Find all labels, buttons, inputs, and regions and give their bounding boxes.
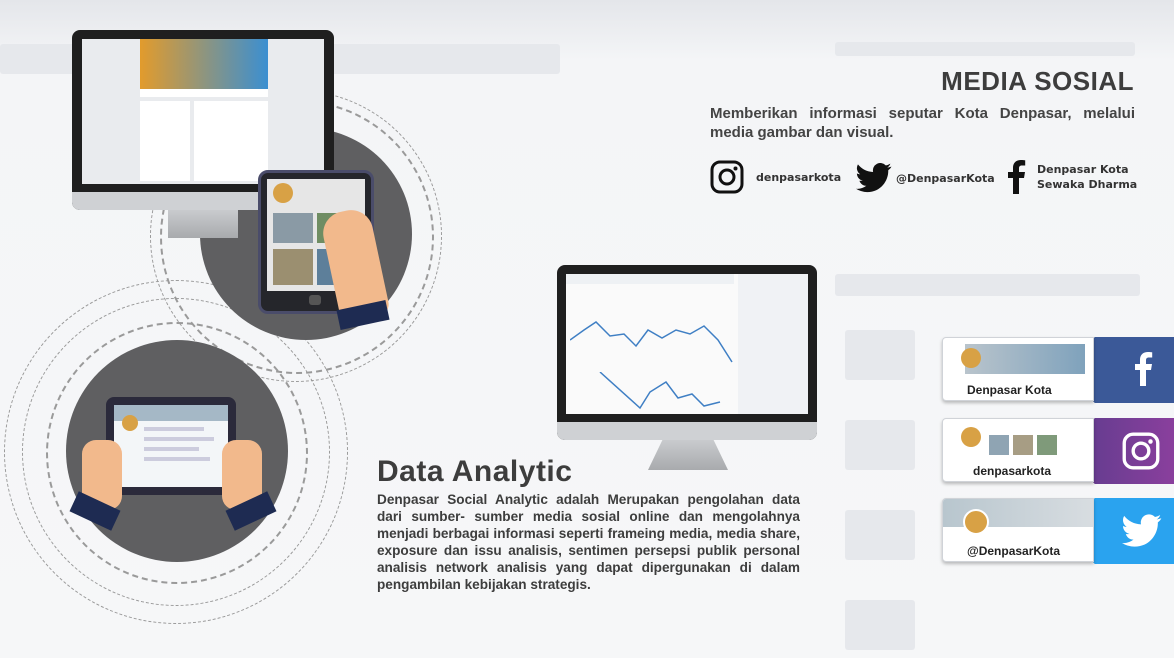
banner-twitter[interactable]: @DenpasarKota <box>942 498 1174 564</box>
banner-screenshot: @DenpasarKota <box>942 498 1094 562</box>
tablet-bottom-screen <box>114 405 228 487</box>
photo-tile <box>989 435 1009 455</box>
banner-label: @DenpasarKota <box>947 543 1075 559</box>
monitor-chin <box>557 422 817 440</box>
analytics-screen <box>566 274 808 414</box>
instagram-icon <box>710 160 744 194</box>
facebook-handle-line2: Sewaka Dharma <box>1037 178 1138 191</box>
bg-ghost-thumb <box>845 420 915 470</box>
photo-tile <box>273 249 313 285</box>
left-column <box>140 101 190 181</box>
avatar <box>961 427 981 447</box>
text-line <box>144 447 199 451</box>
avatar <box>273 183 293 203</box>
banner-cover <box>965 344 1085 374</box>
photo-tile <box>1013 435 1033 455</box>
data-analytic-description: Denpasar Social Analytic adalah Merupaka… <box>377 492 800 592</box>
banner-instagram[interactable]: denpasarkota <box>942 418 1174 484</box>
monitor-screen <box>82 39 324 184</box>
media-sosial-title: MEDIA SOSIAL <box>941 66 1134 96</box>
twitter-icon <box>1122 514 1162 547</box>
facebook-icon <box>1135 352 1153 386</box>
banner-facebook[interactable]: Denpasar Kota <box>942 337 1174 403</box>
text-line <box>144 457 210 461</box>
photo-tile <box>273 213 313 243</box>
cover-photo <box>140 39 268 89</box>
facebook-icon <box>1008 160 1026 194</box>
banner-label: denpasarkota <box>947 463 1076 479</box>
facebook-handle-line1: Denpasar Kota <box>1037 163 1129 176</box>
twitter-icon <box>856 163 892 193</box>
monitor-analytics <box>557 265 817 440</box>
home-button <box>309 295 321 305</box>
twitter-handle[interactable]: @DenpasarKota <box>856 163 995 193</box>
banner-label: Denpasar Kota <box>947 382 1076 398</box>
side-panel <box>738 274 808 414</box>
instagram-icon <box>1122 432 1160 470</box>
bg-ghost-thumb <box>845 330 915 380</box>
bg-ghost-thumb <box>845 510 915 560</box>
facebook-handle[interactable]: Denpasar Kota Sewaka Dharma <box>1005 160 1137 194</box>
tablet-bottom <box>106 397 236 495</box>
avatar <box>961 348 981 368</box>
avatar <box>963 509 989 535</box>
toolbar <box>566 274 734 284</box>
twitter-handle-text: @DenpasarKota <box>896 171 995 185</box>
bg-ghost-bar <box>835 274 1140 296</box>
text-line <box>144 437 214 441</box>
bg-ghost-bar <box>835 42 1135 56</box>
profile-nav <box>140 89 268 97</box>
line-chart-icon <box>570 321 733 363</box>
bg-ghost-thumb <box>845 600 915 650</box>
data-analytic-title: Data Analytic <box>377 455 573 488</box>
line-chart-icon <box>599 372 721 410</box>
text-line <box>144 427 204 431</box>
instagram-handle-text: denpasarkota <box>756 170 842 184</box>
monitor-stand <box>168 210 238 238</box>
post-column <box>194 101 268 181</box>
instagram-handle[interactable]: denpasarkota <box>710 160 841 194</box>
banner-screenshot: denpasarkota <box>942 418 1094 482</box>
media-sosial-description: Memberikan informasi seputar Kota Denpas… <box>710 105 1135 141</box>
avatar <box>122 415 138 431</box>
photo-tile <box>1037 435 1057 455</box>
banner-screenshot: Denpasar Kota <box>942 337 1094 401</box>
